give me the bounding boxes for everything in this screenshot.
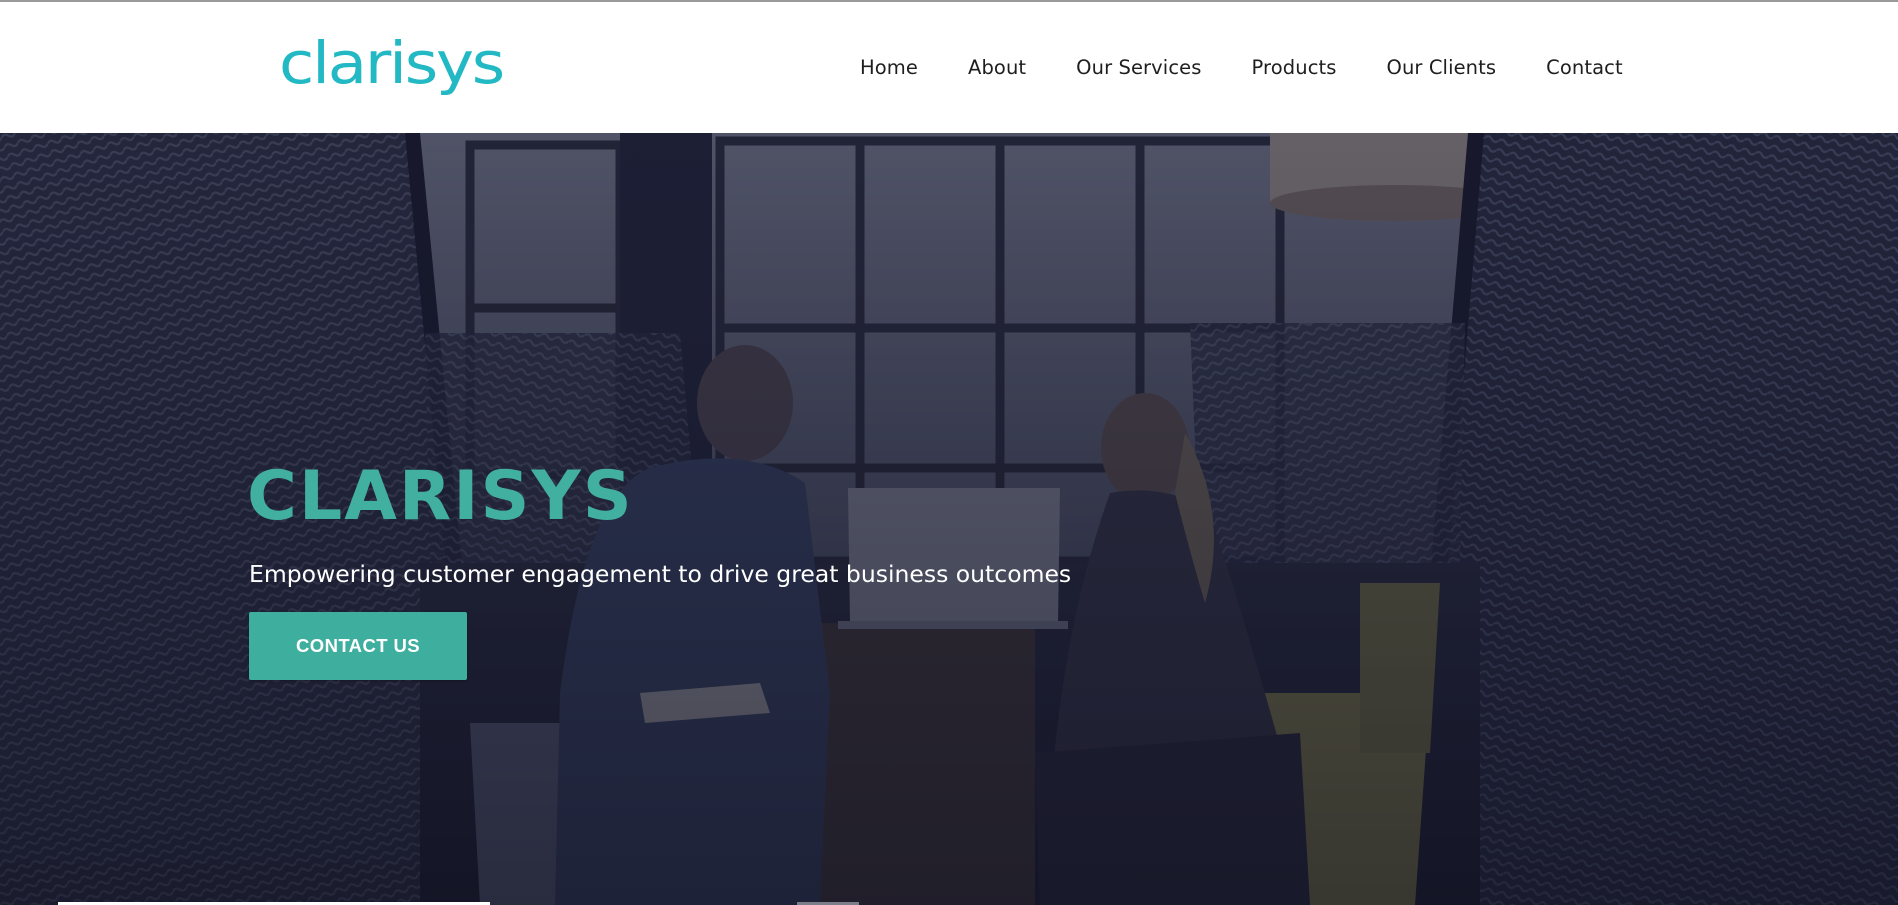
clarisys-wordmark-icon: clarisys	[279, 36, 505, 97]
hero-section: CLARISYS Empowering customer engagement …	[0, 133, 1898, 905]
clarisys-logo[interactable]: clarisys	[277, 36, 507, 98]
logo-wordmark: clarisys	[279, 36, 503, 97]
nav-contact-link[interactable]: Contact	[1546, 56, 1623, 79]
contact-us-button[interactable]: CONTACT US	[249, 612, 467, 680]
hero-tagline: Empowering customer engagement to drive …	[249, 560, 1072, 588]
main-nav: Home About Our Services Products Our Cli…	[834, 2, 1648, 133]
hero-title: CLARISYS	[247, 457, 634, 536]
nav-home-link[interactable]: Home	[860, 56, 918, 79]
nav-services-link[interactable]: Our Services	[1076, 56, 1201, 79]
nav-clients-link[interactable]: Our Clients	[1387, 56, 1497, 79]
nav-products-link[interactable]: Products	[1252, 56, 1337, 79]
site-header: clarisys Home About Our Services Product…	[0, 2, 1898, 133]
nav-about-link[interactable]: About	[968, 56, 1026, 79]
